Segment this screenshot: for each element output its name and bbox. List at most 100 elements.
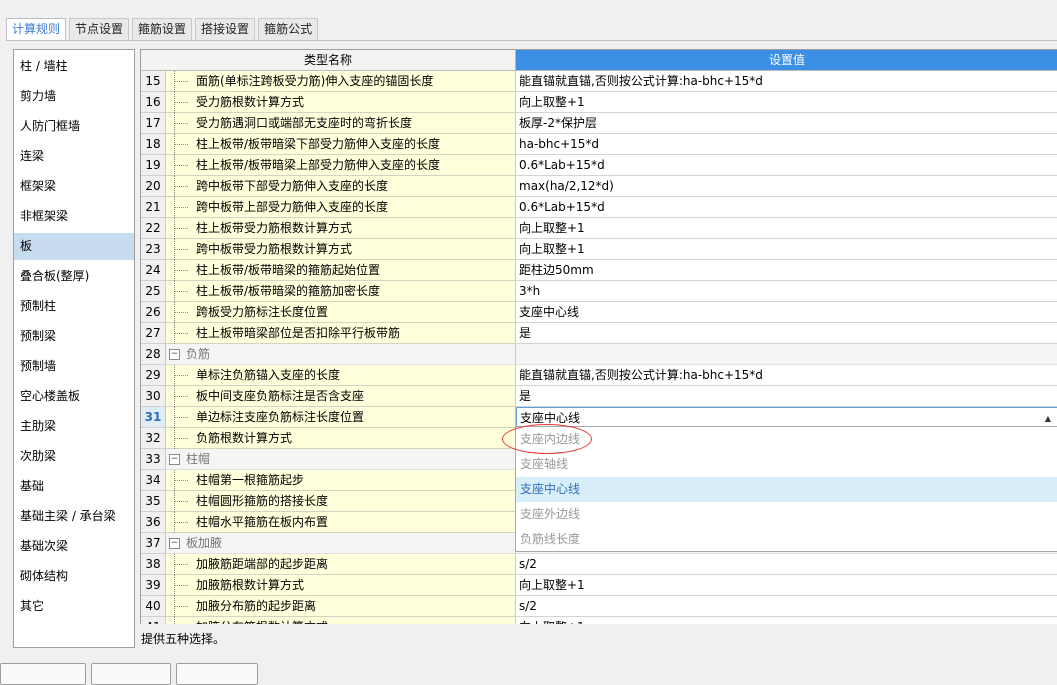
row-setting-value[interactable]: 是 xyxy=(516,386,1057,407)
row-setting-value[interactable]: s/2 xyxy=(516,596,1057,617)
sidebar-item[interactable]: 非框架梁 xyxy=(14,203,134,230)
row-number[interactable]: 36 xyxy=(141,512,166,533)
sidebar-item[interactable]: 剪力墙 xyxy=(14,83,134,110)
row-number[interactable]: 28 xyxy=(141,344,166,365)
row-setting-value[interactable]: 0.6*Lab+15*d xyxy=(516,155,1057,176)
table-row[interactable]: 15 面筋(单标注跨板受力筋)伸入支座的锚固长度 能直锚就直锚,否则按公式计算:ha… xyxy=(141,71,1057,92)
table-row[interactable]: 22 柱上板带受力筋根数计算方式 向上取整+1 xyxy=(141,218,1057,239)
sidebar-item[interactable]: 次肋梁 xyxy=(14,443,134,470)
row-setting-value[interactable]: max(ha/2,12*d) xyxy=(516,176,1057,197)
row-setting-value[interactable]: s/2 xyxy=(516,554,1057,575)
table-row[interactable]: 27 柱上板带暗梁部位是否扣除平行板带筋 是 xyxy=(141,323,1057,344)
row-number[interactable]: 26 xyxy=(141,302,166,323)
row-number[interactable]: 25 xyxy=(141,281,166,302)
tab-3[interactable]: 搭接设置 xyxy=(195,18,256,40)
sidebar-item[interactable]: 预制梁 xyxy=(14,323,134,350)
table-row[interactable]: 41 加腋分布筋根数计算方式 向上取整+1 xyxy=(141,617,1057,624)
row-number[interactable]: 16 xyxy=(141,92,166,113)
table-row[interactable]: 21 跨中板带上部受力筋伸入支座的长度 0.6*Lab+15*d xyxy=(141,197,1057,218)
table-row[interactable]: 20 跨中板带下部受力筋伸入支座的长度 max(ha/2,12*d) xyxy=(141,176,1057,197)
sidebar-item[interactable]: 主肋梁 xyxy=(14,413,134,440)
table-row[interactable]: 19 柱上板带/板带暗梁上部受力筋伸入支座的长度 0.6*Lab+15*d xyxy=(141,155,1057,176)
sidebar-item[interactable]: 其它 xyxy=(14,593,134,620)
row-setting-value[interactable]: 向上取整+1 xyxy=(516,575,1057,596)
sidebar-item[interactable]: 柱 / 墙柱 xyxy=(14,53,134,80)
row-number[interactable]: 22 xyxy=(141,218,166,239)
table-row[interactable]: 26 跨板受力筋标注长度位置 支座中心线 xyxy=(141,302,1057,323)
row-number[interactable]: 18 xyxy=(141,134,166,155)
tab-4[interactable]: 箍筋公式 xyxy=(258,18,319,40)
collapse-toggle-icon[interactable]: − xyxy=(169,349,180,360)
row-number[interactable]: 38 xyxy=(141,554,166,575)
row-number[interactable]: 32 xyxy=(141,428,166,449)
row-number[interactable]: 30 xyxy=(141,386,166,407)
row-number[interactable]: 23 xyxy=(141,239,166,260)
row-number[interactable]: 40 xyxy=(141,596,166,617)
dropdown-option[interactable]: 支座内边线 xyxy=(516,427,1057,452)
row-number[interactable]: 39 xyxy=(141,575,166,596)
row-number[interactable]: 31 xyxy=(141,407,166,428)
dropdown-option[interactable]: 支座轴线 xyxy=(516,452,1057,477)
sidebar-item[interactable]: 基础 xyxy=(14,473,134,500)
row-number[interactable]: 37 xyxy=(141,533,166,554)
collapse-toggle-icon[interactable]: − xyxy=(169,454,180,465)
row-number[interactable]: 41 xyxy=(141,617,166,624)
row-setting-value[interactable]: 能直锚就直锚,否则按公式计算:ha-bhc+15*d xyxy=(516,71,1057,92)
value-dropdown-list[interactable]: 支座内边线 支座轴线 支座中心线 支座外边线 负筋线长度 xyxy=(515,426,1057,552)
row-setting-value[interactable]: 支座中心线 xyxy=(516,302,1057,323)
row-setting-value[interactable] xyxy=(516,344,1057,365)
table-row[interactable]: 23 跨中板带受力筋根数计算方式 向上取整+1 xyxy=(141,239,1057,260)
table-row[interactable]: 40 加腋分布筋的起步距离 s/2 xyxy=(141,596,1057,617)
tab-1[interactable]: 节点设置 xyxy=(69,18,130,40)
row-number[interactable]: 20 xyxy=(141,176,166,197)
column-header-type-name[interactable]: 类型名称 xyxy=(141,50,516,71)
row-setting-value[interactable]: 是 xyxy=(516,323,1057,344)
sidebar-item[interactable]: 空心楼盖板 xyxy=(14,383,134,410)
column-header-setting-value[interactable]: 设置值 xyxy=(516,50,1057,71)
sidebar-item[interactable]: 基础次梁 xyxy=(14,533,134,560)
table-row[interactable]: 31 单边标注支座负筋标注长度位置 支座中心线 ▲ xyxy=(141,407,1057,428)
tab-2[interactable]: 箍筋设置 xyxy=(132,18,193,40)
sidebar-item[interactable]: 人防门框墙 xyxy=(14,113,134,140)
row-setting-value[interactable]: 距柱边50mm xyxy=(516,260,1057,281)
sidebar-item[interactable]: 砌体结构 xyxy=(14,563,134,590)
row-number[interactable]: 27 xyxy=(141,323,166,344)
row-number[interactable]: 15 xyxy=(141,71,166,92)
row-number[interactable]: 21 xyxy=(141,197,166,218)
group-row[interactable]: 28− 负筋 xyxy=(141,344,1057,365)
row-setting-value[interactable]: 能直锚就直锚,否则按公式计算:ha-bhc+15*d xyxy=(516,365,1057,386)
sidebar-item[interactable]: 连梁 xyxy=(14,143,134,170)
row-setting-value[interactable]: 向上取整+1 xyxy=(516,617,1057,624)
collapse-toggle-icon[interactable]: − xyxy=(169,538,180,549)
table-row[interactable]: 25 柱上板带/板带暗梁的箍筋加密长度 3*h xyxy=(141,281,1057,302)
component-type-list[interactable]: 柱 / 墙柱 剪力墙人防门框墙连梁框架梁非框架梁板叠合板(整厚) 预制柱预制梁预制墙… xyxy=(13,49,135,648)
table-row[interactable]: 17 受力筋遇洞口或端部无支座时的弯折长度 板厚-2*保护层 xyxy=(141,113,1057,134)
value-select[interactable]: 支座中心线 ▲ xyxy=(516,407,1057,428)
table-row[interactable]: 29 单标注负筋锚入支座的长度 能直锚就直锚,否则按公式计算:ha-bhc+15*d xyxy=(141,365,1057,386)
row-setting-value[interactable]: 0.6*Lab+15*d xyxy=(516,197,1057,218)
table-row[interactable]: 30 板中间支座负筋标注是否含支座 是 xyxy=(141,386,1057,407)
dropdown-option[interactable]: 支座外边线 xyxy=(516,502,1057,527)
sidebar-item[interactable]: 框架梁 xyxy=(14,173,134,200)
row-setting-value[interactable]: 板厚-2*保护层 xyxy=(516,113,1057,134)
row-setting-value[interactable]: 3*h xyxy=(516,281,1057,302)
row-setting-value[interactable]: ha-bhc+15*d xyxy=(516,134,1057,155)
sidebar-item[interactable]: 基础主梁 / 承台梁 xyxy=(14,503,134,530)
sidebar-item[interactable]: 叠合板(整厚) xyxy=(14,263,134,290)
row-number[interactable]: 29 xyxy=(141,365,166,386)
tab-0[interactable]: 计算规则 xyxy=(6,18,67,41)
table-row[interactable]: 18 柱上板带/板带暗梁下部受力筋伸入支座的长度 ha-bhc+15*d xyxy=(141,134,1057,155)
sidebar-item[interactable]: 预制墙 xyxy=(14,353,134,380)
sidebar-item[interactable]: 预制柱 xyxy=(14,293,134,320)
row-setting-value[interactable]: 向上取整+1 xyxy=(516,218,1057,239)
row-number[interactable]: 33 xyxy=(141,449,166,470)
row-setting-value[interactable]: 向上取整+1 xyxy=(516,239,1057,260)
row-number[interactable]: 34 xyxy=(141,470,166,491)
row-number[interactable]: 17 xyxy=(141,113,166,134)
row-number[interactable]: 24 xyxy=(141,260,166,281)
row-setting-value[interactable]: 向上取整+1 xyxy=(516,92,1057,113)
table-row[interactable]: 38 加腋筋距端部的起步距离 s/2 xyxy=(141,554,1057,575)
table-row[interactable]: 24 柱上板带/板带暗梁的箍筋起始位置 距柱边50mm xyxy=(141,260,1057,281)
dropdown-option[interactable]: 支座中心线 xyxy=(516,477,1057,502)
sidebar-item[interactable]: 板 xyxy=(14,233,134,260)
